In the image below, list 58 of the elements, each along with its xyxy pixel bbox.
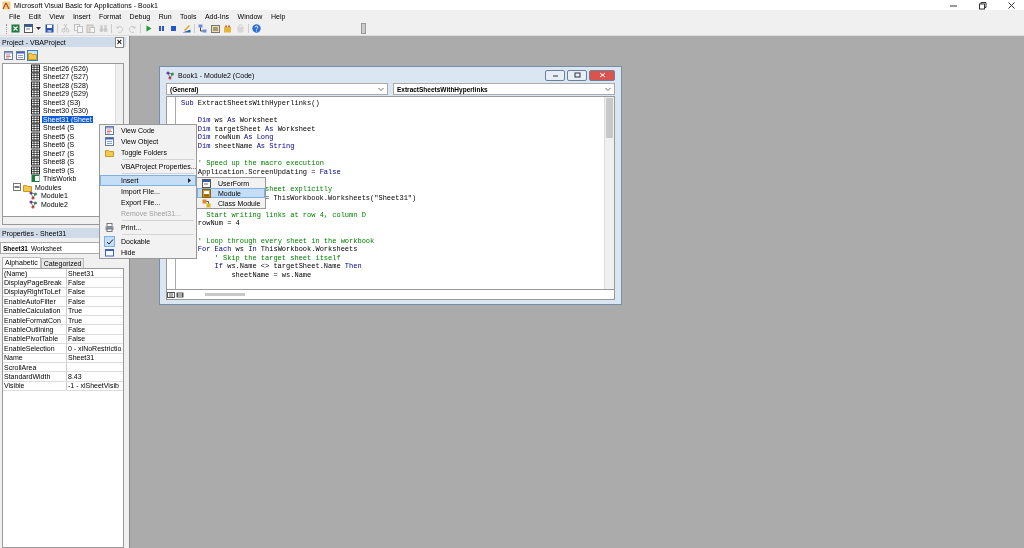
- form-icon[interactable]: [23, 24, 33, 33]
- worksheet-icon: [31, 80, 40, 90]
- ruler-pencil-icon[interactable]: [181, 24, 191, 33]
- worksheet-icon: [31, 72, 40, 82]
- save-icon[interactable]: [44, 24, 54, 33]
- minimize-icon[interactable]: [551, 72, 559, 78]
- workbook-icon: [31, 174, 40, 184]
- worksheet-icon: [31, 140, 40, 150]
- horizontal-scrollbar[interactable]: [205, 293, 245, 296]
- code-view-icon[interactable]: [4, 50, 13, 60]
- maximize-icon[interactable]: [573, 72, 581, 78]
- help-icon[interactable]: [252, 24, 262, 33]
- project-tree-icon[interactable]: [198, 24, 208, 33]
- close-icon[interactable]: [1007, 0, 1016, 10]
- chevron-down-icon: [605, 86, 611, 92]
- module-icon: [202, 188, 211, 198]
- procedure-view-icon[interactable]: [167, 290, 175, 299]
- chevron-down-icon: [378, 86, 384, 92]
- folder-icon: [23, 182, 32, 192]
- folder-icon: [105, 148, 114, 157]
- restore-icon[interactable]: [978, 0, 987, 10]
- folder-icon[interactable]: [28, 50, 37, 60]
- module-node-icon: [29, 199, 38, 209]
- worksheet-icon: [31, 123, 40, 133]
- full-module-view-icon[interactable]: [176, 290, 184, 299]
- pause-icon[interactable]: [156, 24, 166, 33]
- play-icon[interactable]: [144, 24, 154, 33]
- properties-icon[interactable]: [210, 24, 220, 33]
- form-icon: [202, 178, 211, 188]
- form-view-icon: [105, 137, 114, 146]
- worksheet-icon: [31, 148, 40, 158]
- maximize-button[interactable]: [567, 69, 587, 81]
- tree-toggle-icon[interactable]: [13, 183, 21, 192]
- worksheet-icon: [31, 157, 40, 167]
- app-icon: [2, 0, 11, 10]
- minimize-button[interactable]: [545, 69, 565, 81]
- spreadsheet-icon[interactable]: [11, 24, 21, 33]
- module-node-icon: [29, 191, 38, 201]
- dropdown-caret-icon[interactable]: [36, 26, 42, 31]
- worksheet-icon: [31, 89, 40, 99]
- close-button[interactable]: [589, 69, 615, 81]
- worksheet-icon: [31, 114, 40, 124]
- toolbar-overflow-handle[interactable]: [360, 23, 366, 34]
- form-view-icon[interactable]: [16, 50, 25, 60]
- submenu-arrow-icon: [188, 178, 192, 183]
- vertical-scrollbar[interactable]: [604, 97, 614, 289]
- code-view-icon: [105, 126, 114, 135]
- module-node-icon: [166, 70, 175, 80]
- worksheet-icon: [31, 97, 40, 107]
- worksheet-icon: [31, 165, 40, 175]
- worksheet-icon: [31, 106, 40, 116]
- printer-icon: [105, 223, 114, 232]
- class-module-icon: [202, 198, 211, 208]
- close-button[interactable]: ×: [114, 36, 124, 48]
- window-icon: [105, 248, 114, 257]
- worksheet-icon: [31, 131, 40, 141]
- stop-icon[interactable]: [169, 24, 179, 33]
- object-browser-icon[interactable]: [223, 24, 233, 33]
